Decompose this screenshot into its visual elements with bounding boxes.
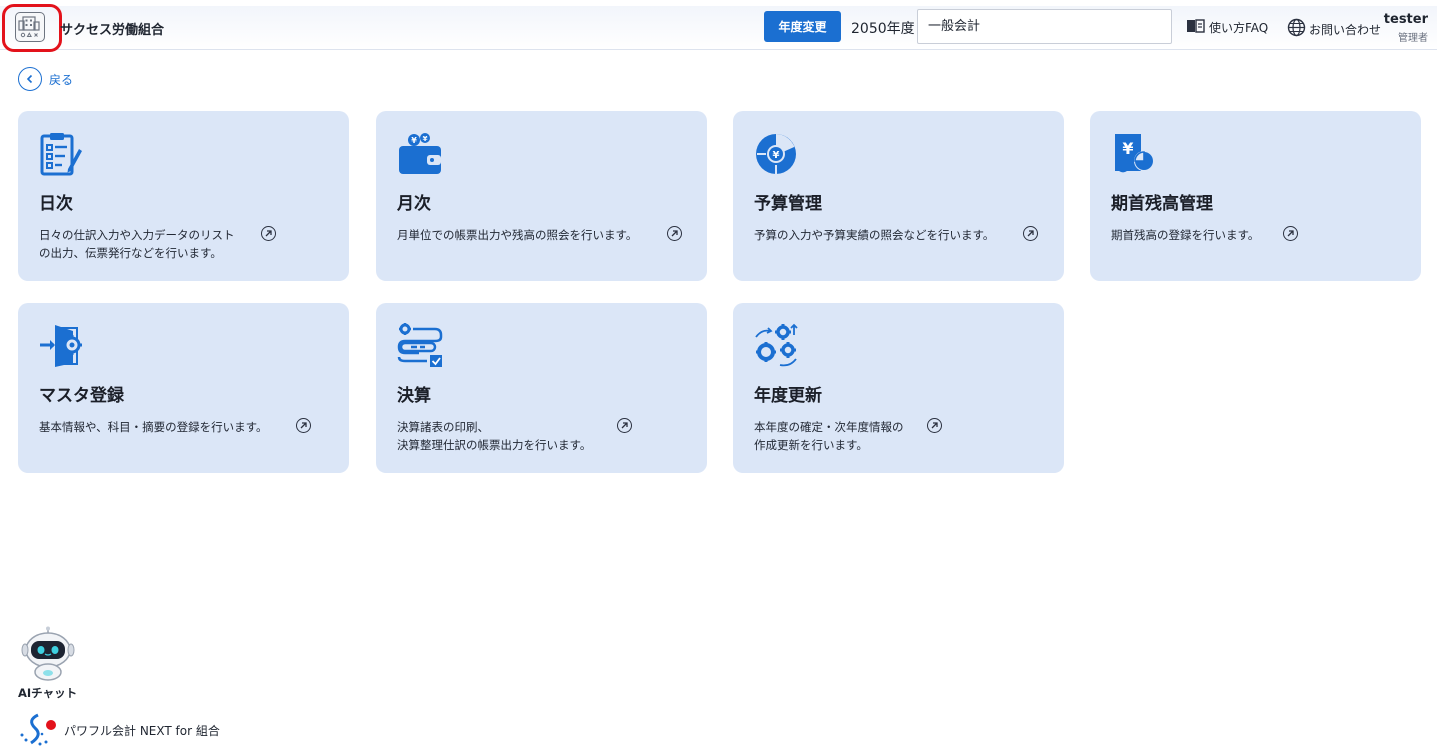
yen-document-pie-icon: ¥ bbox=[1111, 131, 1157, 177]
external-arrow-icon bbox=[927, 418, 942, 433]
menu-card-monthly[interactable]: ¥ ¥ 月次 月単位での帳票出力や残高の照会を行います。 bbox=[376, 111, 707, 281]
building-icon bbox=[15, 12, 45, 42]
contact-link[interactable]: お問い合わせ bbox=[1287, 18, 1381, 40]
card-description-line: 予算の入力や予算実績の照会などを行います。 bbox=[754, 228, 995, 242]
home-logo-button[interactable] bbox=[2, 4, 62, 52]
svg-text:¥: ¥ bbox=[423, 135, 428, 143]
user-name[interactable]: tester bbox=[1384, 12, 1428, 27]
product-name: パワフル会計 NEXT for 組合 bbox=[64, 723, 220, 738]
card-description: 本年度の確定・次年度情報の 作成更新を行います。 bbox=[754, 418, 904, 454]
external-arrow-icon bbox=[296, 418, 311, 433]
budget-gear-yen-icon: ¥ bbox=[754, 131, 800, 177]
app-header: サクセス労働組合 年度変更 2050年度 一般会計 使い方FAQ お問い合わせ … bbox=[0, 4, 1437, 52]
globe-icon bbox=[1287, 18, 1306, 40]
external-arrow-icon bbox=[1023, 226, 1038, 241]
card-description-line: 作成更新を行います。 bbox=[754, 438, 868, 452]
card-description-line: 決算諸表の印刷、 bbox=[397, 420, 489, 434]
svg-text:¥: ¥ bbox=[773, 150, 780, 161]
wallet-yen-icon: ¥ ¥ bbox=[397, 131, 443, 177]
card-description: 基本情報や、科目・摘要の登録を行います。 bbox=[39, 418, 268, 436]
card-description: 日々の仕訳入力や入力データのリスト の出力、伝票発行などを行います。 bbox=[39, 226, 235, 262]
card-description: 月単位での帳票出力や残高の照会を行います。 bbox=[397, 226, 637, 244]
card-description: 期首残高の登録を行います。 bbox=[1111, 226, 1259, 244]
card-description-line: 期首残高の登録を行います。 bbox=[1111, 228, 1260, 242]
card-description-line: 月単位での帳票出力や残高の照会を行います。 bbox=[397, 228, 638, 242]
card-description-line: 基本情報や、科目・摘要の登録を行います。 bbox=[39, 420, 268, 434]
door-gear-icon bbox=[39, 323, 85, 369]
book-icon bbox=[1186, 18, 1206, 37]
card-title: マスタ登録 bbox=[39, 386, 124, 406]
account-type-select[interactable]: 一般会計 bbox=[917, 9, 1172, 44]
card-description-line: 本年度の確定・次年度情報の bbox=[754, 420, 904, 434]
faq-label: 使い方FAQ bbox=[1209, 21, 1269, 35]
menu-card-opening-balance[interactable]: ¥ 期首残高管理 期首残高の登録を行います。 bbox=[1090, 111, 1421, 281]
external-arrow-icon bbox=[1283, 226, 1298, 241]
menu-card-year-update[interactable]: 年度更新 本年度の確定・次年度情報の 作成更新を行います。 bbox=[733, 303, 1064, 473]
svg-text:¥: ¥ bbox=[1122, 139, 1133, 158]
card-description: 決算諸表の印刷、 決算整理仕訳の帳票出力を行います。 bbox=[397, 418, 591, 454]
card-description-line: 日々の仕訳入力や入力データのリスト bbox=[39, 228, 235, 242]
card-title: 予算管理 bbox=[754, 194, 822, 214]
card-title: 決算 bbox=[397, 386, 431, 406]
svg-text:¥: ¥ bbox=[411, 136, 417, 145]
card-title: 月次 bbox=[397, 194, 431, 214]
back-link[interactable]: 戻る bbox=[18, 67, 73, 91]
product-logo-icon bbox=[20, 713, 56, 746]
card-title: 年度更新 bbox=[754, 386, 822, 406]
menu-card-budget[interactable]: ¥ 予算管理 予算の入力や予算実績の照会などを行います。 bbox=[733, 111, 1064, 281]
external-arrow-icon bbox=[261, 226, 276, 241]
product-brand: パワフル会計 NEXT for 組合 bbox=[18, 712, 220, 748]
faq-link[interactable]: 使い方FAQ bbox=[1186, 18, 1268, 37]
menu-card-settlement[interactable]: 決算 決算諸表の印刷、 決算整理仕訳の帳票出力を行います。 bbox=[376, 303, 707, 473]
ai-chat-label: AIチャット bbox=[18, 686, 78, 700]
contact-label: お問い合わせ bbox=[1309, 22, 1382, 37]
clipboard-checklist-icon bbox=[39, 131, 85, 177]
fiscal-year-label: 2050年度 bbox=[851, 21, 915, 37]
card-description-line: 決算整理仕訳の帳票出力を行います。 bbox=[397, 438, 592, 452]
back-label: 戻る bbox=[49, 72, 74, 87]
year-change-button[interactable]: 年度変更 bbox=[764, 11, 841, 42]
robot-icon bbox=[21, 626, 75, 681]
menu-card-master[interactable]: マスタ登録 基本情報や、科目・摘要の登録を行います。 bbox=[18, 303, 349, 473]
settings-checklist-icon bbox=[397, 323, 443, 369]
card-description: 予算の入力や予算実績の照会などを行います。 bbox=[754, 226, 994, 244]
menu-card-daily[interactable]: 日次 日々の仕訳入力や入力データのリスト の出力、伝票発行などを行います。 bbox=[18, 111, 349, 281]
organization-name: サクセス労働組合 bbox=[60, 23, 165, 38]
external-arrow-icon bbox=[667, 226, 682, 241]
card-title: 日次 bbox=[39, 194, 73, 214]
chevron-left-icon bbox=[18, 67, 42, 91]
card-description-line: の出力、伝票発行などを行います。 bbox=[39, 246, 222, 260]
user-role: 管理者 bbox=[1398, 33, 1428, 44]
card-title: 期首残高管理 bbox=[1111, 194, 1213, 214]
external-arrow-icon bbox=[617, 418, 632, 433]
gears-refresh-icon bbox=[754, 323, 800, 369]
